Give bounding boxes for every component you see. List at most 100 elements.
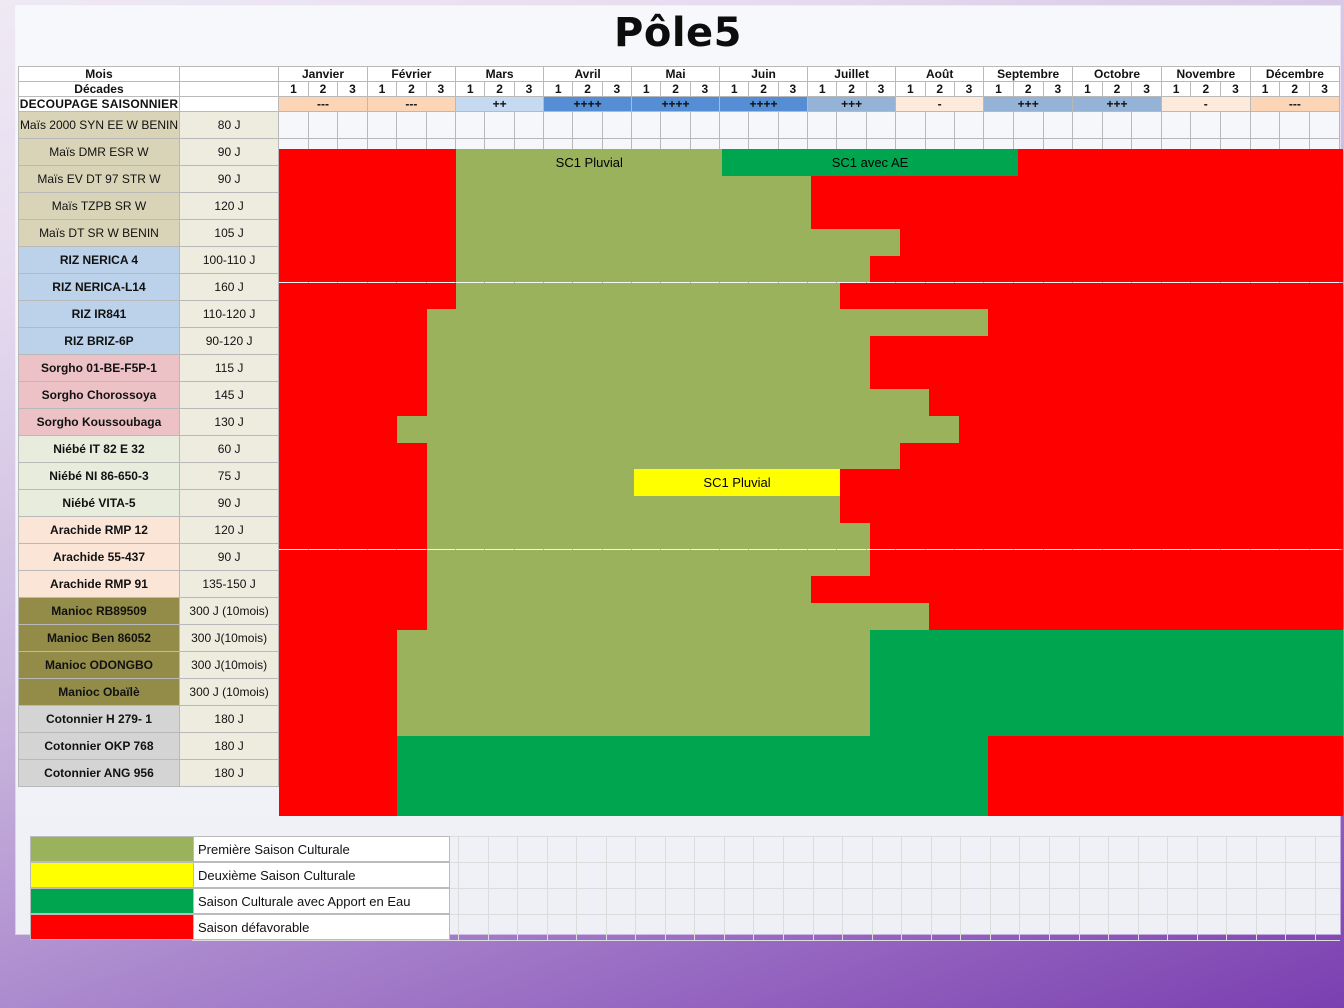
calendar-cell [513,462,545,490]
calendar-cell [689,624,721,652]
calendar-cell [278,516,309,544]
table-row: Sorgho Chorossoya 145 J [18,381,1340,409]
calendar-cell [895,327,926,355]
calendar-cell [689,678,721,706]
calendar-cell [807,489,838,517]
calendar-cell [1249,408,1281,436]
calendar-cell [953,651,985,679]
calendar-cell [396,246,427,274]
calendar-cell [543,354,574,382]
calendar-cell [1042,678,1074,706]
calendar-cell [719,327,750,355]
calendar-cell [836,624,867,652]
calendar-cell [601,192,633,220]
calendar-cell [895,219,926,247]
calendar-cell [1072,435,1103,463]
calendar-cell [895,705,926,733]
calendar-cell [631,111,662,139]
calendar-cell [719,354,750,382]
calendar-cell [572,381,603,409]
calendar-cell [748,246,779,274]
calendar-cell [924,192,955,220]
calendar-cell [953,111,985,139]
calendar-cell [836,543,867,571]
calendar-cell [1160,111,1192,139]
calendar-cell [455,111,486,139]
calendar-cell [1042,381,1074,409]
calendar-cell [396,570,427,598]
calendar-cell [983,570,1014,598]
calendar-cell [1220,651,1251,679]
calendar-cell [484,543,515,571]
calendar-cell [543,246,574,274]
calendar-cell [513,219,545,247]
calendar-cell [895,543,926,571]
calendar-cell [689,705,721,733]
calendar-cell [425,516,457,544]
calendar-cell [748,435,779,463]
calendar-cell [307,408,339,436]
legend-row: Deuxième Saison Culturale [30,862,450,888]
calendar-cell [748,705,779,733]
table-row: Cotonnier ANG 956 180 J [18,759,1340,787]
calendar-cell [719,138,750,166]
calendar-cell [748,597,779,625]
calendar-cell [543,408,574,436]
calendar-cell [807,381,838,409]
calendar-cell [631,138,662,166]
calendar-cell [396,165,427,193]
cycle-duration-cell: 80 J [178,111,280,139]
calendar-cell [983,489,1014,517]
calendar-cell [307,678,339,706]
calendar-cell [1190,246,1222,274]
calendar-cell [455,759,486,787]
calendar-cell [572,408,603,436]
calendar-cell [307,300,339,328]
calendar-cell [1309,705,1340,733]
calendar-cell [895,678,926,706]
calendar-cell [777,165,809,193]
crop-name-cell: RIZ NERICA-L14 [18,273,180,301]
calendar-cell [777,705,809,733]
seasonality-cell-avril: ++++ [543,96,633,112]
calendar-cell [425,597,457,625]
calendar-cell [1012,570,1044,598]
calendar-cell [719,570,750,598]
calendar-cell [1220,354,1251,382]
calendar-cell [572,570,603,598]
calendar-cell [1012,516,1044,544]
calendar-cell [631,516,662,544]
calendar-cell [689,327,721,355]
calendar-cell [748,516,779,544]
calendar-cell [601,165,633,193]
calendar-cell [543,624,574,652]
calendar-cell [278,381,309,409]
calendar-cell [425,543,457,571]
decade-number-11: 2 [572,81,603,97]
calendar-cell [777,408,809,436]
calendar-cell [836,678,867,706]
calendar-cell [513,354,545,382]
calendar-cell [572,273,603,301]
calendar-cell [513,516,545,544]
calendar-cell [1309,192,1340,220]
calendar-cell [425,678,457,706]
calendar-cell [543,165,574,193]
calendar-cell [366,381,398,409]
calendar-cell [396,408,427,436]
calendar-cell [1190,597,1222,625]
calendar-cell [572,678,603,706]
calendar-cell [278,165,309,193]
calendar-cell [1042,732,1074,760]
calendar-cell [1249,624,1281,652]
calendar-cell [689,219,721,247]
calendar-cell [631,705,662,733]
calendar-cell [1131,732,1162,760]
calendar-cell [366,516,398,544]
calendar-cell [572,435,603,463]
calendar-cell [425,705,457,733]
calendar-cell [601,705,633,733]
calendar-cell [807,462,838,490]
calendar-cell [278,759,309,787]
calendar-cell [865,462,897,490]
